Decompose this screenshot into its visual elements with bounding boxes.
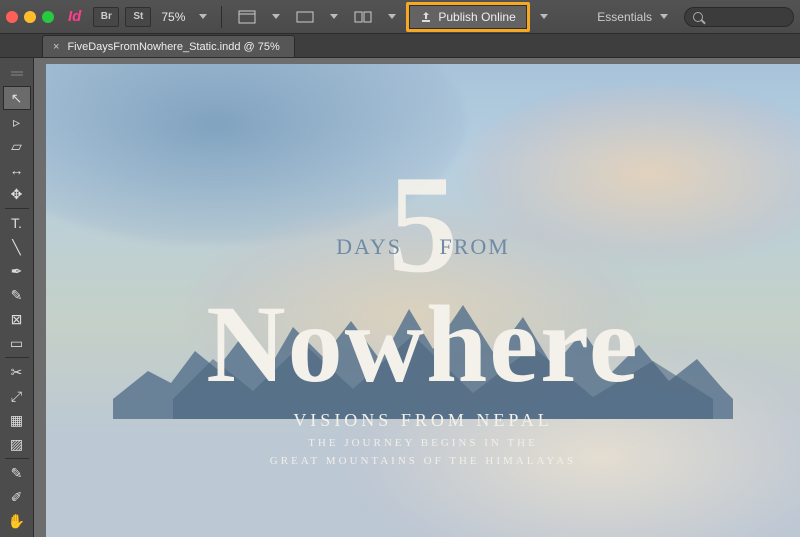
hero-nowhere: Nowhere	[103, 295, 743, 394]
tool-separator	[5, 208, 29, 209]
workspace-dropdown-icon	[660, 14, 668, 19]
tools-grip[interactable]	[3, 62, 31, 86]
zoom-dropdown-icon[interactable]	[199, 14, 207, 19]
workspace-switcher[interactable]: Essentials	[591, 10, 678, 24]
publish-online-label: Publish Online	[438, 10, 515, 24]
bridge-button[interactable]: Br	[93, 7, 119, 27]
search-input[interactable]	[684, 7, 794, 27]
document-tab-bar: × FiveDaysFromNowhere_Static.indd @ 75%	[0, 34, 800, 58]
search-icon	[693, 12, 703, 22]
app-logo: Id	[68, 8, 81, 25]
window-minimize-button[interactable]	[24, 11, 36, 23]
publish-online-highlight: Publish Online	[406, 2, 529, 32]
hero-line1: THE JOURNEY BEGINS IN THE	[103, 437, 743, 449]
pen-tool[interactable]: ✒	[3, 259, 31, 283]
page-tool[interactable]: ▱	[3, 134, 31, 158]
hero-title-block: 5 DAYS FROM Nowhere VISIONS FROM NEPAL T…	[103, 172, 743, 467]
gradient-feather-tool[interactable]: ▨	[3, 432, 31, 456]
window-controls	[6, 11, 54, 23]
window-zoom-button[interactable]	[42, 11, 54, 23]
document-tab[interactable]: × FiveDaysFromNowhere_Static.indd @ 75%	[42, 35, 295, 57]
note-tool[interactable]: ✎	[3, 461, 31, 485]
window-close-button[interactable]	[6, 11, 18, 23]
stock-button[interactable]: St	[125, 7, 151, 27]
scissors-tool[interactable]: ✂	[3, 360, 31, 384]
direct-selection-tool[interactable]: ▹	[3, 110, 31, 134]
hand-tool[interactable]: ✋	[3, 509, 31, 533]
tool-separator	[5, 458, 29, 459]
document-tab-title: FiveDaysFromNowhere_Static.indd @ 75%	[67, 41, 279, 53]
view-options-button[interactable]	[232, 6, 262, 28]
screen-mode-button[interactable]	[290, 6, 320, 28]
divider	[221, 6, 222, 28]
upload-icon	[420, 11, 432, 23]
hero-days-from: DAYS FROM	[336, 234, 510, 260]
screen-mode-dropdown-icon[interactable]	[330, 14, 338, 19]
rectangle-frame-tool[interactable]: ⊠	[3, 307, 31, 331]
pencil-tool[interactable]: ✎	[3, 283, 31, 307]
rectangle-tool[interactable]: ▭	[3, 331, 31, 355]
hero-number: 5	[388, 172, 458, 277]
gradient-swatch-tool[interactable]: ▦	[3, 408, 31, 432]
document-canvas-area: 5 DAYS FROM Nowhere VISIONS FROM NEPAL T…	[34, 58, 800, 537]
workspace-label: Essentials	[597, 10, 652, 24]
view-options-dropdown-icon[interactable]	[272, 14, 280, 19]
selection-tool[interactable]: ↖	[3, 86, 31, 110]
free-transform-tool[interactable]: ⤢	[3, 384, 31, 408]
close-tab-icon[interactable]: ×	[53, 41, 59, 53]
publish-online-dropdown-icon[interactable]	[540, 14, 548, 19]
zoom-level[interactable]: 75%	[157, 10, 189, 24]
tool-separator	[5, 357, 29, 358]
line-tool[interactable]: ╲	[3, 235, 31, 259]
arrange-documents-button[interactable]	[348, 6, 378, 28]
tools-panel: ↖ ▹ ▱ ↔ ✥ T. ╲ ✒ ✎ ⊠ ▭ ✂ ⤢ ▦ ▨ ✎ ✐ ✋	[0, 58, 34, 537]
document-page[interactable]: 5 DAYS FROM Nowhere VISIONS FROM NEPAL T…	[46, 64, 800, 537]
gap-tool[interactable]: ↔	[3, 158, 31, 182]
hero-subtitle: VISIONS FROM NEPAL	[103, 410, 743, 431]
arrange-documents-dropdown-icon[interactable]	[388, 14, 396, 19]
type-tool[interactable]: T.	[3, 211, 31, 235]
content-collector-tool[interactable]: ✥	[3, 182, 31, 206]
application-bar: Id Br St 75% Publish Online Essentials	[0, 0, 800, 34]
hero-line2: GREAT MOUNTAINS OF THE HIMALAYAS	[103, 455, 743, 467]
eyedropper-tool[interactable]: ✐	[3, 485, 31, 509]
publish-online-button[interactable]: Publish Online	[409, 5, 526, 29]
